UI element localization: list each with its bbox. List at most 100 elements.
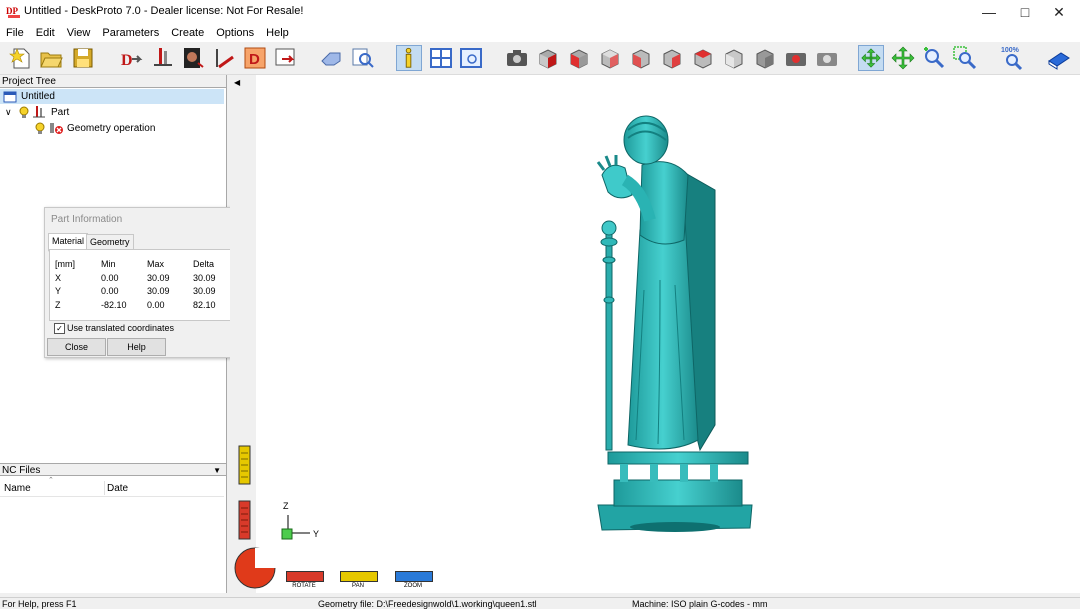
dropdown-arrow-icon[interactable]: ▼ bbox=[213, 464, 221, 477]
toolpath-icon[interactable] bbox=[212, 45, 238, 71]
menu-parameters[interactable]: Parameters bbox=[96, 27, 165, 39]
collapse-left-icon[interactable]: ◀ bbox=[234, 78, 240, 87]
eraser-icon[interactable] bbox=[318, 45, 344, 71]
save-nc-icon[interactable] bbox=[272, 45, 298, 71]
table-cell: Z bbox=[55, 300, 61, 310]
tree-label-geometry-operation: Geometry operation bbox=[67, 123, 156, 134]
help-button[interactable]: Help bbox=[107, 338, 166, 356]
table-cell: Y bbox=[55, 286, 62, 296]
zoom-in-icon[interactable] bbox=[921, 45, 947, 71]
view-layout-icon[interactable] bbox=[428, 45, 454, 71]
toolbar: D D 100% bbox=[0, 42, 1080, 75]
zoom-bar[interactable] bbox=[395, 571, 433, 582]
lightbulb-icon[interactable] bbox=[34, 122, 46, 135]
part-information-dialog: Part Information ✕ Material Geometry [mm… bbox=[44, 207, 247, 358]
save-icon[interactable] bbox=[70, 45, 96, 71]
table-header: [mm] bbox=[55, 259, 75, 269]
rotate-view-icon[interactable] bbox=[858, 45, 884, 71]
view-cube-iso-icon[interactable] bbox=[535, 45, 561, 71]
axis-z-label: Z bbox=[283, 501, 289, 511]
checkbox-label: Use translated coordinates bbox=[67, 323, 175, 333]
render-camera-icon[interactable] bbox=[783, 45, 809, 71]
expand-chevron-icon[interactable]: ∨ bbox=[5, 105, 12, 120]
tree-label-untitled: Untitled bbox=[21, 91, 55, 102]
table-cell: 30.09 bbox=[147, 273, 170, 283]
menu-options[interactable]: Options bbox=[210, 27, 260, 39]
menu-help[interactable]: Help bbox=[260, 27, 295, 39]
project-tree-header: Project Tree bbox=[0, 75, 226, 88]
axis-gizmo-icon bbox=[281, 515, 310, 540]
table-header: Delta bbox=[193, 259, 215, 269]
menu-view[interactable]: View bbox=[61, 27, 97, 39]
column-date[interactable]: Date bbox=[107, 483, 128, 494]
svg-text:100%: 100% bbox=[1001, 47, 1020, 54]
window-title: Untitled - DeskProto 7.0 - Dealer licens… bbox=[24, 5, 304, 17]
status-bar: For Help, press F1 Geometry file: D:\Fre… bbox=[0, 597, 1080, 609]
nc-program-icon[interactable]: D bbox=[242, 45, 268, 71]
status-machine: Machine: ISO plain G-codes - mm bbox=[632, 599, 768, 609]
pan-bar[interactable] bbox=[340, 571, 378, 582]
view-cube-back-icon[interactable] bbox=[597, 45, 623, 71]
view-cube-top-icon[interactable] bbox=[690, 45, 716, 71]
svg-text:D: D bbox=[121, 52, 133, 69]
svg-text:D: D bbox=[249, 51, 260, 68]
nc-files-column-header: Name ⌃ Date bbox=[0, 477, 224, 497]
new-file-icon[interactable] bbox=[8, 45, 34, 71]
geometry-error-icon bbox=[50, 123, 63, 134]
table-cell: -82.10 bbox=[101, 300, 127, 310]
table-cell: 30.09 bbox=[193, 286, 216, 296]
3d-model-figurine[interactable] bbox=[580, 110, 760, 540]
view-cube-right-icon[interactable] bbox=[659, 45, 685, 71]
status-geometry-file: Geometry file: D:\Freedesignwold\1.worki… bbox=[318, 599, 537, 609]
column-divider[interactable] bbox=[104, 481, 105, 495]
view-window-icon[interactable] bbox=[458, 45, 484, 71]
nc-files-title: NC Files bbox=[2, 465, 41, 476]
camera-icon[interactable] bbox=[504, 45, 530, 71]
info-icon[interactable] bbox=[396, 45, 422, 71]
pan-view-icon[interactable] bbox=[890, 45, 916, 71]
menu-create[interactable]: Create bbox=[165, 27, 210, 39]
tree-item-untitled[interactable]: Untitled bbox=[0, 89, 224, 104]
rotate-slider-icon[interactable] bbox=[238, 500, 251, 540]
view-cube-left-icon[interactable] bbox=[628, 45, 654, 71]
part-icon[interactable] bbox=[150, 45, 176, 71]
table-cell: 82.10 bbox=[193, 300, 216, 310]
translated-coordinates-checkbox[interactable]: ✓ bbox=[54, 323, 65, 334]
inspect-icon[interactable] bbox=[350, 45, 376, 71]
viewport-side-strip: ◀ bbox=[230, 75, 276, 593]
tree-item-part[interactable]: ∨ Part bbox=[0, 105, 224, 120]
tree-item-geometry-operation[interactable]: Geometry operation bbox=[0, 121, 224, 136]
view-cube-bottom-icon[interactable] bbox=[721, 45, 747, 71]
zoom-slider-icon[interactable] bbox=[238, 445, 251, 485]
part-icon bbox=[33, 106, 45, 118]
rotate-bar[interactable] bbox=[286, 571, 324, 582]
table-header: Min bbox=[101, 259, 116, 269]
sort-caret-icon: ⌃ bbox=[48, 477, 54, 484]
bitmap-icon[interactable] bbox=[180, 45, 206, 71]
rotate-label: ROTATE bbox=[292, 583, 316, 589]
import-geometry-icon[interactable]: D bbox=[118, 45, 144, 71]
status-help: For Help, press F1 bbox=[2, 599, 77, 609]
part-dimensions-table: [mm] Min Max Delta X 0.00 30.09 30.09 Y … bbox=[49, 249, 243, 321]
column-name[interactable]: Name bbox=[4, 483, 31, 494]
help-book-icon[interactable] bbox=[1046, 45, 1072, 71]
zoom-100-icon[interactable]: 100% bbox=[1000, 45, 1026, 71]
close-button[interactable]: Close bbox=[47, 338, 106, 356]
render-camera-2-icon[interactable] bbox=[814, 45, 840, 71]
menu-edit[interactable]: Edit bbox=[30, 27, 61, 39]
view-cube-grey-icon[interactable] bbox=[752, 45, 778, 71]
tree-label-part: Part bbox=[51, 107, 70, 118]
open-folder-icon[interactable] bbox=[38, 45, 64, 71]
title-bar: DP Untitled - DeskProto 7.0 - Dealer lic… bbox=[0, 0, 1080, 24]
lightbulb-icon[interactable] bbox=[18, 106, 30, 119]
menu-file[interactable]: File bbox=[0, 27, 30, 39]
pan-label: PAN bbox=[352, 583, 364, 589]
close-window-button[interactable]: ✕ bbox=[1036, 0, 1080, 24]
dialog-title: Part Information bbox=[51, 214, 123, 225]
table-cell: 0.00 bbox=[147, 300, 165, 310]
zoom-window-icon[interactable] bbox=[952, 45, 978, 71]
zoom-label: ZOOM bbox=[404, 583, 422, 589]
rotate-dial-icon[interactable] bbox=[234, 547, 276, 589]
svg-text:DP: DP bbox=[6, 6, 18, 16]
view-cube-front-icon[interactable] bbox=[566, 45, 592, 71]
